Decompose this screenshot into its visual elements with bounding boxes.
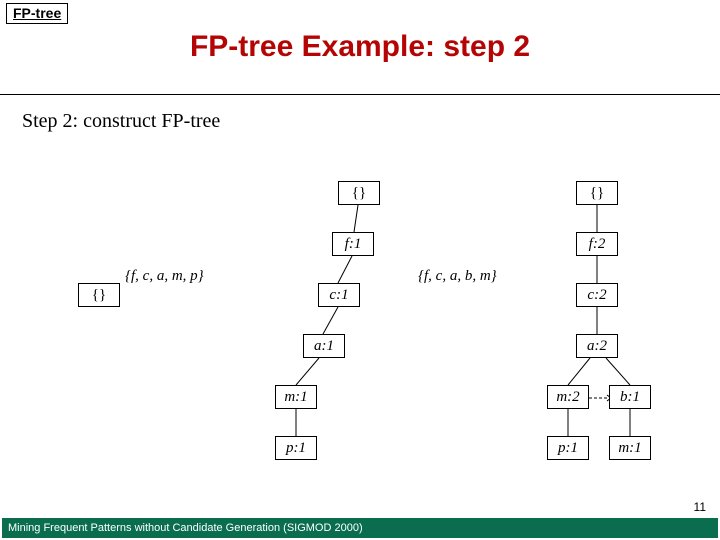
step-heading: Step 2: construct FP-tree bbox=[22, 110, 220, 133]
tree2-c-node: c:2 bbox=[576, 283, 618, 307]
tree1-a-node: a:1 bbox=[303, 334, 345, 358]
page-title: FP-tree Example: step 2 bbox=[0, 30, 720, 64]
tree1-m-node: m:1 bbox=[275, 385, 317, 409]
page-number: 11 bbox=[694, 500, 706, 514]
tree2-a-node: a:2 bbox=[576, 334, 618, 358]
transaction-1: {f, c, a, m, p} bbox=[125, 268, 204, 285]
title-divider bbox=[0, 94, 720, 95]
tree1-f-node: f:1 bbox=[332, 232, 374, 256]
tree2-m-right-node: m:1 bbox=[609, 436, 651, 460]
tree1-root-node: {} bbox=[338, 181, 380, 205]
transaction-2: {f, c, a, b, m} bbox=[418, 268, 497, 285]
tree1-p-node: p:1 bbox=[275, 436, 317, 460]
footer-bar: Mining Frequent Patterns without Candida… bbox=[2, 518, 718, 538]
tree2-root-node: {} bbox=[576, 181, 618, 205]
tree2-p-node: p:1 bbox=[547, 436, 589, 460]
tree1-c-node: c:1 bbox=[318, 283, 360, 307]
tree2-b-node: b:1 bbox=[609, 385, 651, 409]
tree2-m-left-node: m:2 bbox=[547, 385, 589, 409]
footer-text: Mining Frequent Patterns without Candida… bbox=[8, 522, 363, 534]
tree2-f-node: f:2 bbox=[576, 232, 618, 256]
tree0-root-node: {} bbox=[78, 283, 120, 307]
topic-label: FP-tree bbox=[6, 3, 68, 24]
